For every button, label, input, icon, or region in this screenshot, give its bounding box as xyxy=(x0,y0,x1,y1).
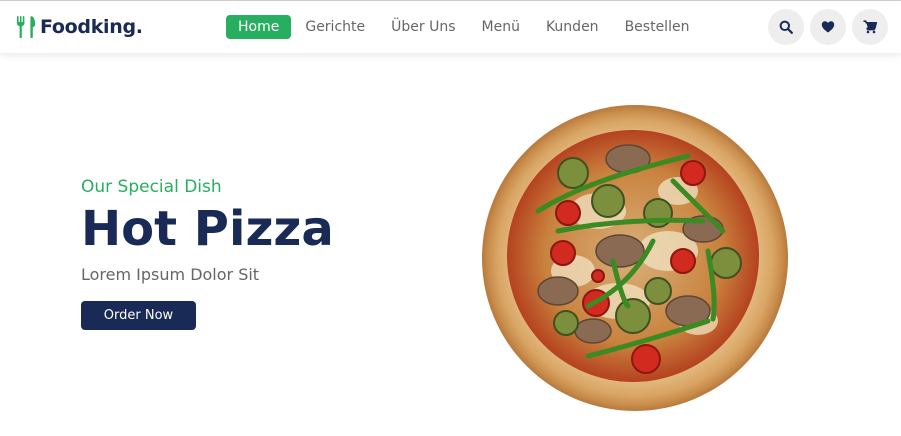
pizza-image xyxy=(482,105,788,411)
header-actions xyxy=(768,9,894,45)
nav-gerichte[interactable]: Gerichte xyxy=(293,15,377,39)
nav-bestellen[interactable]: Bestellen xyxy=(613,15,702,39)
wishlist-button[interactable] xyxy=(810,9,846,45)
hero-subtitle: Our Special Dish xyxy=(81,177,222,197)
utensils-icon xyxy=(17,16,36,38)
search-button[interactable] xyxy=(768,9,804,45)
search-icon xyxy=(779,20,793,34)
nav-kunden[interactable]: Kunden xyxy=(534,15,611,39)
hero-section: Our Special Dish Hot Pizza Lorem Ipsum D… xyxy=(81,176,334,330)
order-now-button[interactable]: Order Now xyxy=(81,301,196,330)
nav-ueber-uns[interactable]: Über Uns xyxy=(379,15,467,39)
hero-description: Lorem Ipsum Dolor Sit xyxy=(81,265,260,284)
hero-title: Hot Pizza xyxy=(81,201,334,257)
cart-button[interactable] xyxy=(852,9,888,45)
nav-home[interactable]: Home xyxy=(226,15,292,39)
brand-name: Foodking. xyxy=(40,16,143,38)
cart-icon xyxy=(863,20,877,34)
heart-icon xyxy=(821,21,835,33)
logo[interactable]: Foodking. xyxy=(16,16,143,38)
nav-menue[interactable]: Menü xyxy=(470,15,532,39)
site-header: Foodking. Home Gerichte Über Uns Menü Ku… xyxy=(0,1,901,53)
main-nav: Home Gerichte Über Uns Menü Kunden Beste… xyxy=(226,15,703,39)
